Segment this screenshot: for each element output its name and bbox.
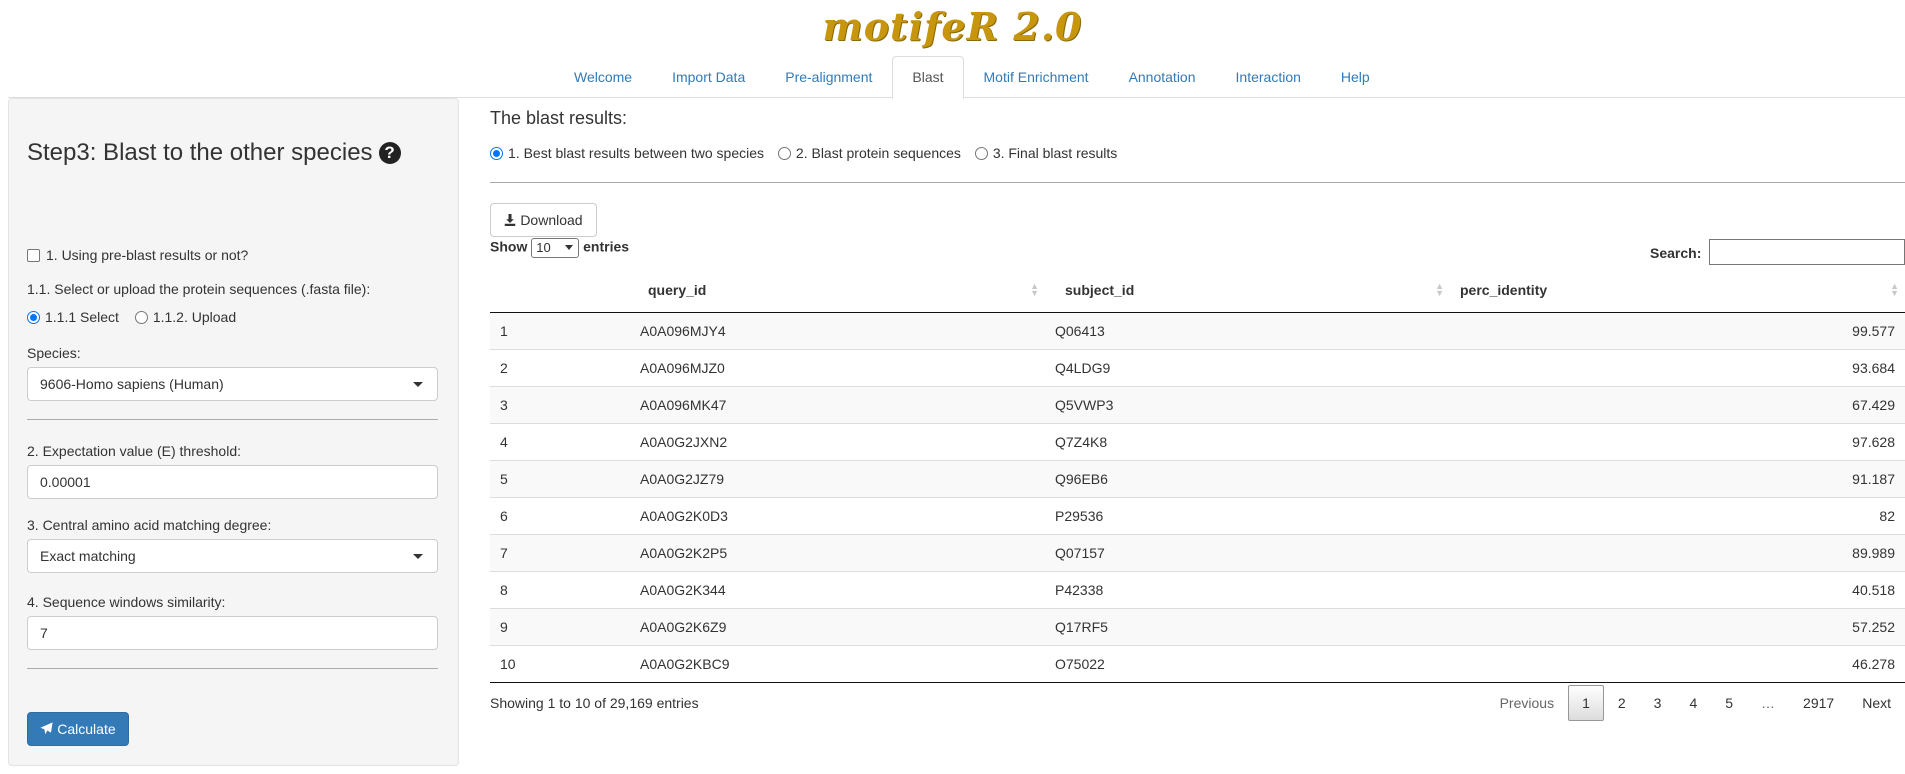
result-type-radio-group: 1. Best blast results between two specie… bbox=[490, 145, 1117, 161]
main-nav-tabs: Welcome Import Data Pre-alignment Blast … bbox=[8, 56, 1905, 99]
pagination-page[interactable]: 2917 bbox=[1789, 685, 1848, 721]
column-header-subject-id[interactable]: subject_id ▲ ▼ bbox=[1045, 269, 1450, 313]
table-body: 1 A0A096MJY4 Q06413 99.577 2 A0A096MJZ0 Q4LDG… bbox=[490, 311, 1905, 683]
sidebar-title: Step3: Blast to the other species? bbox=[27, 139, 401, 167]
pagination-page[interactable]: 5 bbox=[1711, 685, 1747, 721]
page-length-select[interactable]: 10 bbox=[531, 238, 580, 258]
species-select-value: 9606-Homo sapiens (Human) bbox=[40, 376, 224, 392]
download-button[interactable]: Download bbox=[490, 203, 597, 237]
radio-upload[interactable] bbox=[134, 311, 148, 324]
tab-pre-alignment[interactable]: Pre-alignment bbox=[765, 56, 892, 98]
evalue-input[interactable]: 0.00001 bbox=[27, 465, 438, 499]
source-radio-group: 1.1.1 Select 1.1.2. Upload bbox=[27, 309, 236, 325]
download-label: Download bbox=[520, 212, 583, 228]
pagination: Previous 1 2 3 4 5 … 2917 Next bbox=[1486, 685, 1905, 721]
table-row: 2 A0A096MJZ0 Q4LDG9 93.684 bbox=[490, 348, 1905, 386]
central-aa-select-value: Exact matching bbox=[40, 548, 136, 564]
window-similarity-label: 4. Sequence windows similarity: bbox=[27, 594, 226, 610]
table-row: 1 A0A096MJY4 Q06413 99.577 bbox=[490, 311, 1905, 349]
select-upload-label: 1.1. Select or upload the protein sequen… bbox=[27, 281, 371, 297]
radio-select-label: 1.1.1 Select bbox=[45, 309, 119, 325]
table-row: 8 A0A0G2K344 P42338 40.518 bbox=[490, 570, 1905, 608]
radio-upload-option[interactable]: 1.1.2. Upload bbox=[134, 309, 237, 325]
result-option-final-label: 3. Final blast results bbox=[992, 145, 1118, 161]
central-aa-label: 3. Central amino acid matching degree: bbox=[27, 517, 272, 533]
table-row: 3 A0A096MK47 Q5VWP3 67.429 bbox=[490, 385, 1905, 423]
column-header-perc-identity[interactable]: perc_identity ▲ ▼ bbox=[1450, 269, 1905, 313]
app-logo: motifeR 2.0 bbox=[822, 4, 1083, 49]
sidebar-panel: Step3: Blast to the other species? 1. Us… bbox=[8, 98, 459, 766]
radio-upload-label: 1.1.2. Upload bbox=[152, 309, 237, 325]
result-option-protein[interactable]: 2. Blast protein sequences bbox=[777, 145, 961, 161]
table-row: 7 A0A0G2K2P5 Q07157 89.989 bbox=[490, 533, 1905, 571]
pagination-page[interactable]: 2 bbox=[1604, 685, 1640, 721]
entries-label: entries bbox=[583, 238, 630, 255]
table-info: Showing 1 to 10 of 29,169 entries bbox=[490, 695, 699, 711]
show-label: Show bbox=[490, 238, 528, 255]
radio-select-option[interactable]: 1.1.1 Select bbox=[27, 309, 119, 325]
sidebar-title-text: Step3: Blast to the other species bbox=[27, 139, 373, 166]
radio-final-results[interactable] bbox=[974, 147, 988, 160]
tab-interaction[interactable]: Interaction bbox=[1216, 56, 1321, 98]
evalue-label: 2. Expectation value (E) threshold: bbox=[27, 443, 242, 459]
page-length-value: 10 bbox=[536, 240, 551, 255]
species-select[interactable]: 9606-Homo sapiens (Human) bbox=[27, 367, 438, 401]
question-circle-icon[interactable]: ? bbox=[378, 142, 401, 164]
results-title: The blast results: bbox=[490, 108, 628, 128]
result-option-best-label: 1. Best blast results between two specie… bbox=[508, 145, 765, 161]
column-header-query-id[interactable]: query_id ▲ ▼ bbox=[630, 269, 1045, 313]
search-label: Search: bbox=[1650, 245, 1702, 261]
preblast-checkbox-row[interactable]: 1. Using pre-blast results or not? bbox=[27, 247, 248, 263]
paper-plane-icon bbox=[40, 722, 53, 735]
result-option-final[interactable]: 3. Final blast results bbox=[974, 145, 1118, 161]
table-row: 6 A0A0G2K0D3 P29536 82 bbox=[490, 496, 1905, 534]
table-row: 10 A0A0G2KBC9 O75022 46.278 bbox=[490, 644, 1905, 683]
pagination-page[interactable]: 1 bbox=[1568, 685, 1604, 721]
pagination-page[interactable]: 3 bbox=[1640, 685, 1676, 721]
sort-icon: ▲ ▼ bbox=[1890, 281, 1899, 298]
preblast-label: 1. Using pre-blast results or not? bbox=[46, 247, 249, 263]
radio-protein-sequences[interactable] bbox=[777, 147, 791, 160]
central-aa-select[interactable]: Exact matching bbox=[27, 539, 438, 573]
tab-import-data[interactable]: Import Data bbox=[652, 56, 765, 98]
tab-annotation[interactable]: Annotation bbox=[1109, 56, 1216, 98]
sort-icon: ▲ ▼ bbox=[1030, 281, 1039, 298]
divider bbox=[27, 419, 438, 420]
pagination-next[interactable]: Next bbox=[1848, 685, 1905, 721]
radio-select[interactable] bbox=[27, 311, 40, 324]
chevron-down-icon bbox=[565, 245, 574, 250]
table-header-row: query_id ▲ ▼ subject_id ▲ ▼ perc_identity ▲ ▼ bbox=[490, 269, 1905, 313]
pagination-ellipsis: … bbox=[1761, 695, 1776, 711]
preblast-checkbox[interactable] bbox=[27, 249, 40, 262]
tab-welcome[interactable]: Welcome bbox=[554, 56, 652, 98]
tab-motif-enrichment[interactable]: Motif Enrichment bbox=[964, 56, 1109, 98]
sort-icon: ▲ ▼ bbox=[1435, 281, 1444, 298]
chevron-down-icon bbox=[413, 554, 423, 559]
pagination-previous[interactable]: Previous bbox=[1486, 685, 1568, 721]
column-header-index[interactable] bbox=[490, 269, 630, 313]
window-similarity-value: 7 bbox=[40, 625, 48, 641]
search-input[interactable] bbox=[1709, 239, 1905, 265]
chevron-down-icon bbox=[413, 382, 423, 387]
species-label: Species: bbox=[27, 345, 81, 361]
evalue-input-value: 0.00001 bbox=[40, 474, 91, 490]
tab-blast[interactable]: Blast bbox=[892, 56, 964, 99]
tab-help[interactable]: Help bbox=[1321, 56, 1390, 98]
table-row: 9 A0A0G2K6Z9 Q17RF5 57.252 bbox=[490, 607, 1905, 645]
table-row: 4 A0A0G2JXN2 Q7Z4K8 97.628 bbox=[490, 422, 1905, 460]
pagination-page[interactable]: 4 bbox=[1675, 685, 1711, 721]
page-length-control: Show 10 entries bbox=[490, 238, 629, 258]
table-row: 5 A0A0G2JZ79 Q96EB6 91.187 bbox=[490, 459, 1905, 497]
result-option-best[interactable]: 1. Best blast results between two specie… bbox=[490, 145, 764, 161]
download-icon bbox=[505, 214, 516, 226]
divider bbox=[490, 182, 1905, 183]
result-option-protein-label: 2. Blast protein sequences bbox=[795, 145, 961, 161]
results-table: query_id ▲ ▼ subject_id ▲ ▼ perc_identity ▲ ▼ … bbox=[490, 269, 1905, 683]
calculate-label: Calculate bbox=[57, 721, 116, 737]
divider bbox=[27, 668, 438, 669]
calculate-button[interactable]: Calculate bbox=[27, 712, 129, 746]
results-panel: The blast results: 1. Best blast results… bbox=[490, 98, 1905, 774]
window-similarity-input[interactable]: 7 bbox=[27, 616, 438, 650]
radio-best-results[interactable] bbox=[490, 147, 503, 160]
